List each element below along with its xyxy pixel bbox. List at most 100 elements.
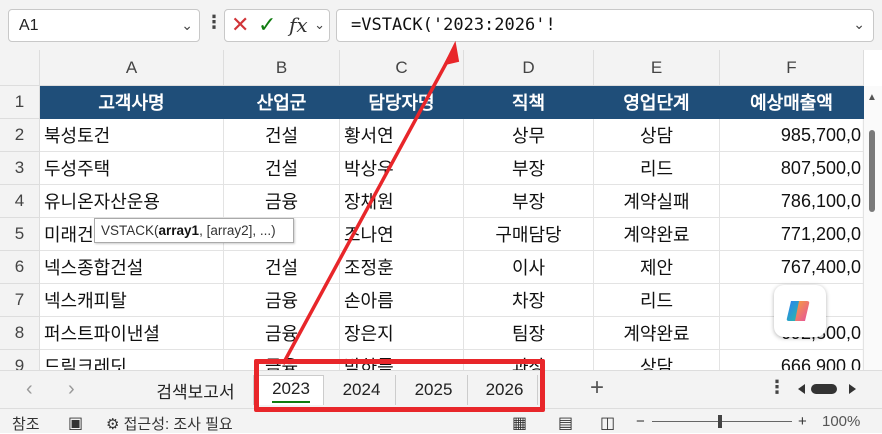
formula-input[interactable]: =VSTACK('2023:2026'! ⌄ [336,9,874,42]
row-header-6[interactable]: 6 [0,251,40,284]
name-box-value: A1 [19,16,39,34]
column-header-c[interactable]: C [340,50,464,86]
table-cell[interactable]: 771,200,0 [720,218,864,251]
chevron-down-icon[interactable]: ⌄ [181,17,193,34]
column-header-d[interactable]: D [464,50,594,86]
table-cell[interactable]: 넥스캐피탈 [40,284,224,317]
table-cell[interactable]: 상무 [464,119,594,152]
table-cell[interactable]: 장채원 [340,185,464,218]
table-cell[interactable]: 금융 [224,317,340,350]
table-cell[interactable]: 이사 [464,251,594,284]
table-cell[interactable]: 장은지 [340,317,464,350]
scroll-thumb[interactable] [869,130,875,212]
table-cell[interactable]: 상담 [594,350,720,370]
table-cell[interactable]: 건설 [224,152,340,185]
name-box[interactable]: A1 ⌄ [8,9,200,42]
table-cell[interactable]: 박상우 [340,152,464,185]
column-header-e[interactable]: E [594,50,720,86]
copilot-button[interactable] [774,285,826,337]
reference-mode-label: 참조 [12,416,40,433]
formula-toolbar: A1 ⌄ ⋮ ✕ ✓ fx ⌄ =VSTACK('2023:2026'! ⌄ [0,0,882,50]
table-cell[interactable]: 계약완료 [594,317,720,350]
row-header-1[interactable]: 1 [0,86,40,119]
chevron-down-icon[interactable]: ⌄ [314,17,325,33]
table-cell[interactable]: 계약완료 [594,218,720,251]
add-sheet-icon[interactable]: + [590,374,604,402]
select-all-corner[interactable] [0,50,40,86]
scroll-up-icon[interactable]: ▲ [867,92,877,103]
tooltip-args: , [array2], ...) [199,223,276,238]
table-cell[interactable]: 팀장 [464,317,594,350]
zoom-level[interactable]: 100% [822,413,860,430]
column-header-b[interactable]: B [224,50,340,86]
table-cell[interactable]: 황서연 [340,119,464,152]
zoom-out-button[interactable]: − [636,413,645,430]
table-cell[interactable]: 두성주택 [40,152,224,185]
header-cell[interactable]: 직책 [464,86,594,119]
row-header-4[interactable]: 4 [0,185,40,218]
table-cell[interactable]: 조정훈 [340,251,464,284]
table-cell[interactable]: 조나연 [340,218,464,251]
row-header-8[interactable]: 8 [0,317,40,350]
table-cell[interactable]: 금융 [224,185,340,218]
row-header-7[interactable]: 7 [0,284,40,317]
table-cell[interactable]: 드림크레딧 [40,350,224,370]
table-cell[interactable]: 손아름 [340,284,464,317]
column-header-f[interactable]: F [720,50,864,86]
table-cell[interactable]: 제안 [594,251,720,284]
table-cell[interactable]: 넥스종합건설 [40,251,224,284]
row-header-9[interactable]: 9 [0,350,40,370]
header-cell[interactable]: 고객사명 [40,86,224,119]
table-cell[interactable]: 금융 [224,284,340,317]
zoom-slider-thumb[interactable] [718,415,722,428]
accessibility-icon: ⚙ [106,416,120,433]
vertical-scrollbar[interactable]: ▲ [862,86,882,370]
zoom-slider[interactable] [652,421,792,422]
header-cell[interactable]: 산업군 [224,86,340,119]
row-header-3[interactable]: 3 [0,152,40,185]
horizontal-scrollbar[interactable] [796,381,858,397]
formula-controls: ✕ ✓ fx ⌄ [224,9,330,42]
table-cell[interactable]: 퍼스트파이낸셜 [40,317,224,350]
expand-formula-icon[interactable]: ⌄ [853,16,865,33]
table-cell[interactable]: 666,900,0 [720,350,864,370]
table-cell[interactable]: 계약실패 [594,185,720,218]
header-cell[interactable]: 담당자명 [340,86,464,119]
table-cell[interactable]: 리드 [594,152,720,185]
table-cell[interactable]: 리드 [594,284,720,317]
table-cell[interactable]: 건설 [224,251,340,284]
table-cell[interactable]: 구매담당 [464,218,594,251]
table-cell[interactable]: 차장 [464,284,594,317]
table-cell[interactable]: 부장 [464,152,594,185]
accessibility-status[interactable]: ⚙ 접근성: 조사 필요 [106,413,233,434]
header-cell[interactable]: 예상매출액 [720,86,864,119]
chevron-right-icon[interactable]: › [68,378,75,401]
enter-icon[interactable]: ✓ [258,12,276,38]
table-cell[interactable]: 북성토건 [40,119,224,152]
insert-function-icon[interactable]: fx [289,13,308,37]
table-cell[interactable]: 786,100,0 [720,185,864,218]
table-cell[interactable]: 유니온자산운용 [40,185,224,218]
more-sheets-icon[interactable]: ⋮ [768,377,786,398]
function-tooltip[interactable]: VSTACK(array1, [array2], ...) [94,218,294,243]
page-layout-icon[interactable]: ▤ [558,413,573,433]
column-header-a[interactable]: A [40,50,224,86]
sheet-tab-report[interactable]: 검색보고서 [138,375,254,405]
accessibility-check-icon[interactable]: ▣ [68,413,83,433]
table-cell[interactable]: 807,500,0 [720,152,864,185]
header-cell[interactable]: 영업단계 [594,86,720,119]
table-cell[interactable]: 건설 [224,119,340,152]
table-cell[interactable]: 상담 [594,119,720,152]
table-cell[interactable]: 767,400,0 [720,251,864,284]
zoom-in-button[interactable]: + [798,413,807,430]
page-break-view-icon[interactable]: ◫ [600,413,615,433]
table-cell[interactable]: 부장 [464,185,594,218]
cancel-icon[interactable]: ✕ [231,12,249,38]
worksheet-grid[interactable]: ▲ A B C D E F 1 2 3 4 5 6 7 8 9 고객사명 산업군 담당자명 직책 영업단계 예상매출액북… [0,50,882,370]
row-header-5[interactable]: 5 [0,218,40,251]
normal-view-icon[interactable]: ▦ [512,413,527,433]
row-header-2[interactable]: 2 [0,119,40,152]
more-options-icon[interactable]: ⋮ [205,12,223,33]
chevron-left-icon[interactable]: ‹ [26,378,33,401]
table-cell[interactable]: 985,700,0 [720,119,864,152]
